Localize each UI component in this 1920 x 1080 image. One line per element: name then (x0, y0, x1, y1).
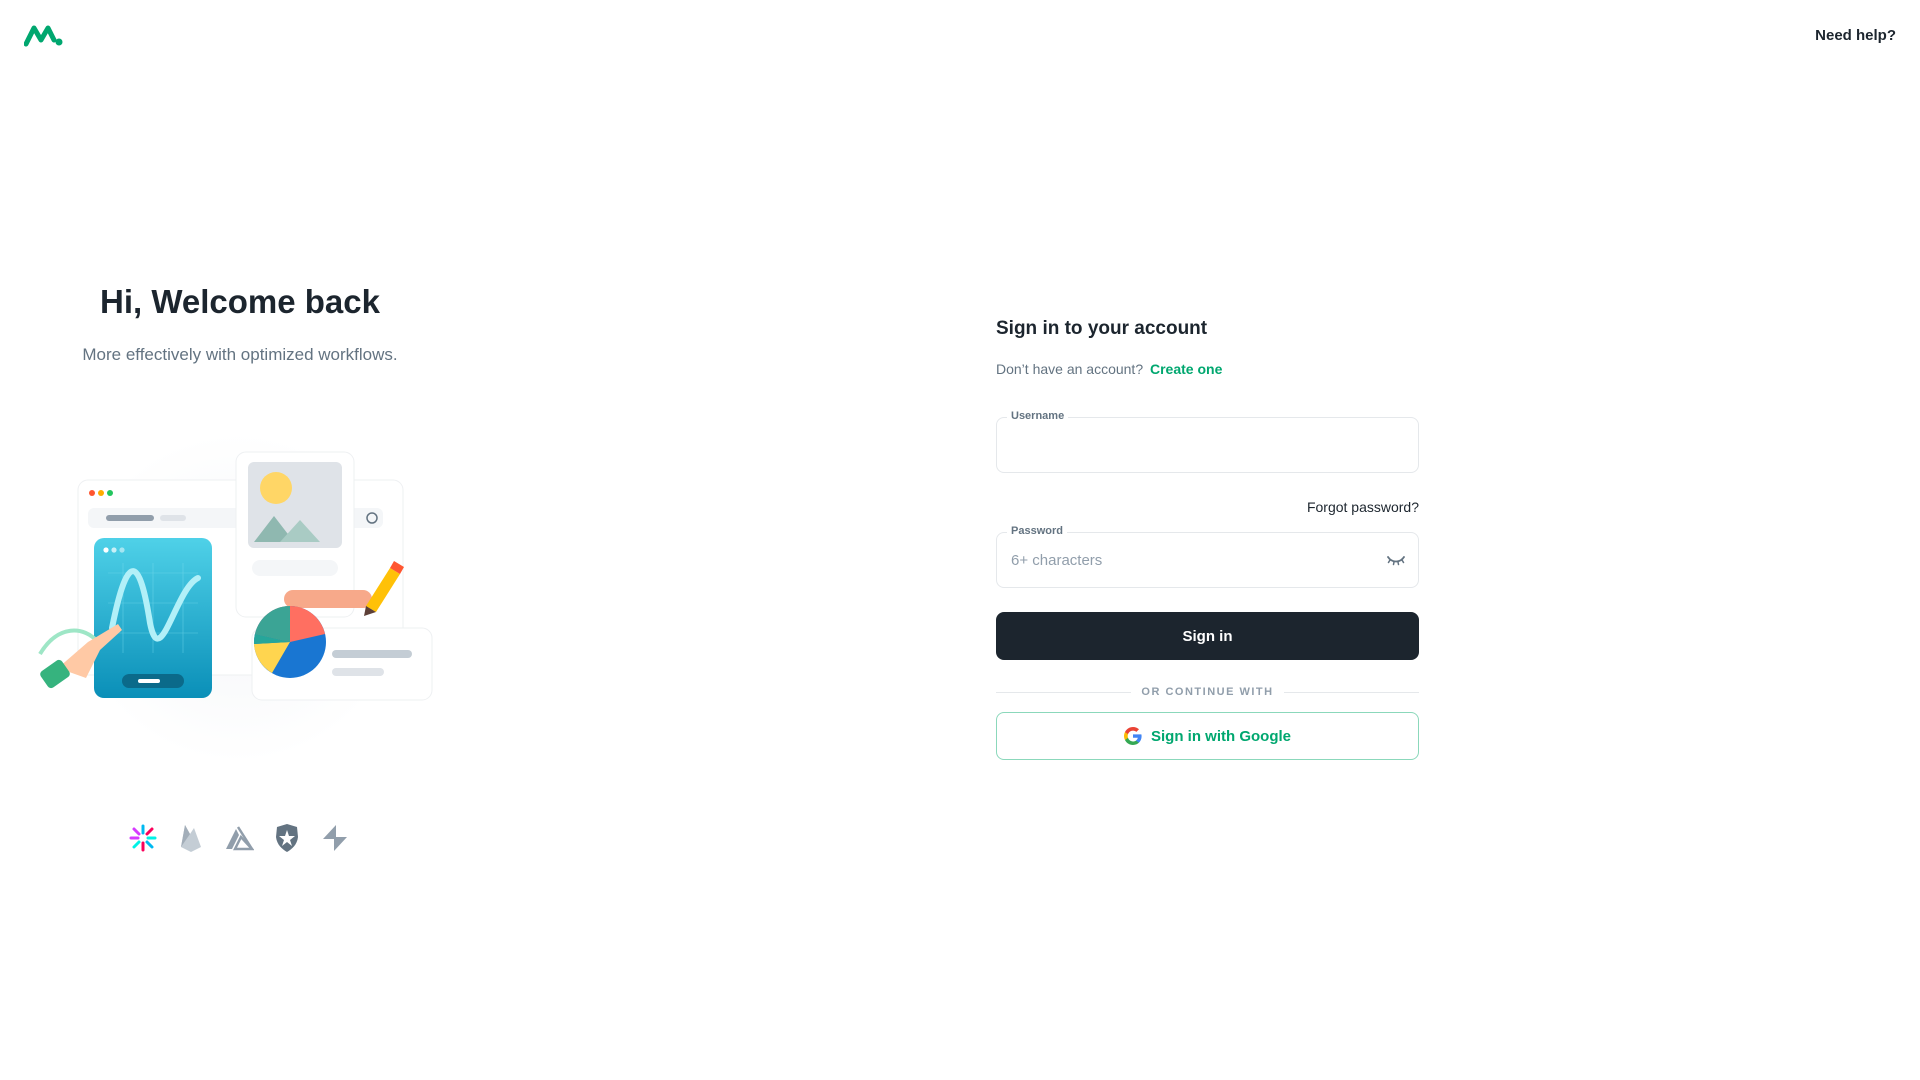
sign-in-form: Sign in to your account Don’t have an ac… (996, 318, 1420, 760)
username-field: Username (996, 410, 1419, 473)
forgot-password-link[interactable]: Forgot password? (1307, 499, 1419, 515)
firebase-icon[interactable] (176, 822, 206, 854)
username-input[interactable] (997, 418, 1418, 472)
auth-provider-icons (128, 822, 350, 854)
divider-line (996, 691, 1132, 693)
divider-label: OR CONTINUE WITH (1141, 686, 1274, 698)
forgot-password-row: Forgot password? (996, 499, 1419, 517)
google-sign-in-button[interactable]: Sign in with Google (996, 712, 1419, 760)
welcome-subtitle: More effectively with optimized workflow… (82, 345, 398, 364)
signup-prompt: Don’t have an account? Create one (996, 361, 1419, 377)
eye-closed-icon[interactable] (1382, 547, 1410, 575)
sign-in-button[interactable]: Sign in (996, 612, 1419, 660)
password-input[interactable] (997, 533, 1418, 587)
no-account-text: Don’t have an account? (996, 361, 1144, 377)
password-field: Password (996, 525, 1419, 588)
amplify-icon[interactable] (224, 822, 254, 854)
welcome-title: Hi, Welcome back (99, 283, 380, 320)
google-icon (1124, 727, 1142, 745)
form-title: Sign in to your account (996, 318, 1208, 339)
supabase-icon[interactable] (320, 822, 350, 854)
create-account-link[interactable]: Create one (1150, 361, 1222, 377)
sign-in-page: Need help? Hi, Welcome back More effecti… (0, 0, 1920, 1080)
auth0-icon[interactable] (272, 822, 302, 854)
dashboard-illustration (38, 433, 433, 763)
divider-line (1283, 691, 1420, 693)
jwt-icon[interactable] (128, 822, 158, 854)
or-divider: OR CONTINUE WITH (996, 686, 1420, 698)
welcome-section: Hi, Welcome back More effectively with o… (0, 0, 480, 1080)
need-help-link[interactable]: Need help? (1815, 27, 1896, 44)
google-button-label: Sign in with Google (1151, 727, 1291, 745)
